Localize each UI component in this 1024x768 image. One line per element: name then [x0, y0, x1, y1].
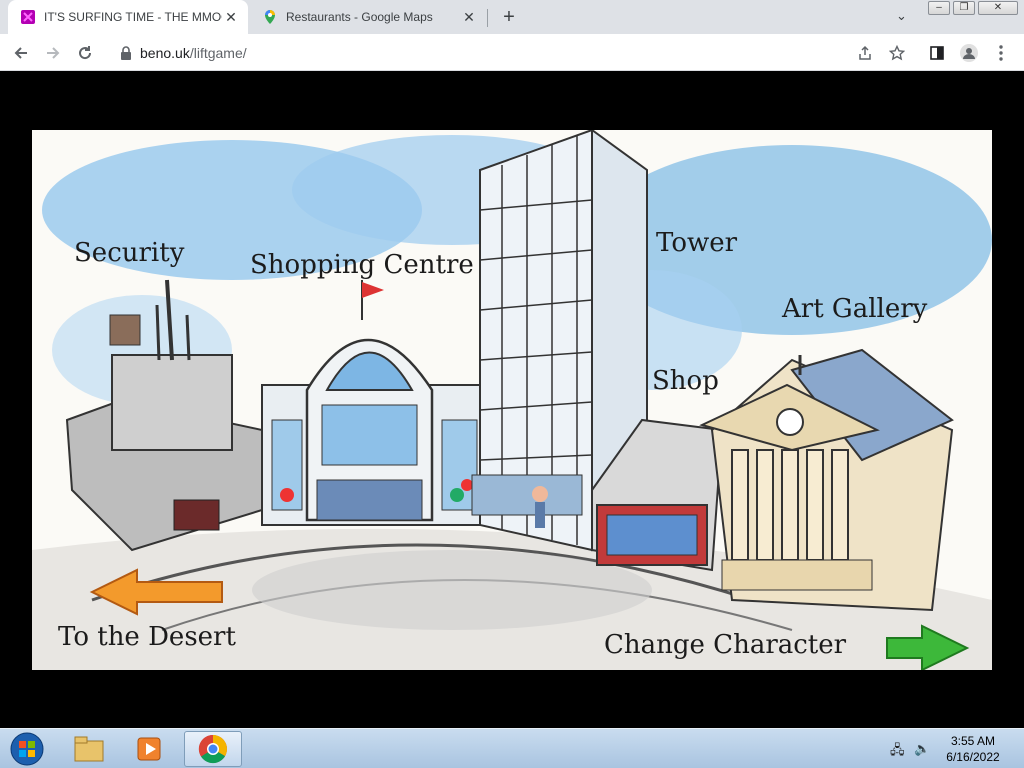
volume-icon[interactable]: 🔈 [914, 741, 930, 757]
shop-link[interactable]: Shop [652, 366, 719, 396]
tab-strip: IT'S SURFING TIME - THE MMOG ✕ Restauran… [0, 0, 1024, 34]
new-tab-button[interactable]: + [498, 6, 520, 28]
minimize-button[interactable]: ‒ [928, 1, 950, 15]
page-content: Security Shopping Centre Tower Shop Art … [0, 71, 1024, 728]
restore-button[interactable]: ❐ [953, 1, 975, 15]
clock-date: 6/16/2022 [946, 750, 1000, 764]
chrome-taskbar-icon[interactable] [184, 731, 242, 767]
close-tab-icon[interactable]: ✕ [222, 8, 240, 26]
tab-title: Restaurants - Google Maps [286, 10, 433, 24]
network-icon[interactable]: 🖧 [890, 741, 905, 763]
game-scene[interactable]: Security Shopping Centre Tower Shop Art … [32, 130, 992, 670]
security-link[interactable]: Security [74, 238, 184, 268]
reload-icon[interactable] [72, 40, 98, 66]
media-player-icon[interactable] [122, 731, 176, 767]
art-gallery-building [699, 348, 954, 612]
profile-avatar-icon[interactable] [956, 40, 982, 66]
tower-link[interactable]: Tower [656, 228, 737, 258]
player-character[interactable] [532, 486, 548, 502]
close-window-button[interactable]: ✕ [978, 1, 1018, 15]
art-gallery-link[interactable]: Art Gallery [782, 294, 927, 324]
shopping-centre-building [261, 280, 483, 526]
url-host: beno.uk [140, 44, 190, 61]
tab-google-maps[interactable]: Restaurants - Google Maps ✕ [250, 0, 486, 34]
file-explorer-icon[interactable] [62, 731, 116, 767]
google-maps-pin-icon [265, 10, 275, 24]
browser-toolbar: beno.uk/liftgame/ [0, 34, 1024, 71]
change-character-link[interactable]: Change Character [604, 630, 846, 660]
close-tab-icon[interactable]: ✕ [460, 8, 478, 26]
tab-title: IT'S SURFING TIME - THE MMOG [44, 10, 222, 24]
address-bar[interactable]: beno.uk/liftgame/ [108, 38, 928, 67]
back-arrow-icon[interactable] [8, 40, 34, 66]
windows-taskbar: 🖧 🔈 3:55 AM 6/16/2022 [0, 728, 1024, 768]
forward-arrow-icon[interactable] [40, 40, 66, 66]
tab-surfing-time[interactable]: IT'S SURFING TIME - THE MMOG ✕ [8, 0, 248, 34]
to-the-desert-link[interactable]: To the Desert [58, 622, 236, 652]
bookmark-star-icon[interactable] [884, 40, 910, 66]
menu-kebab-icon[interactable] [988, 40, 1014, 66]
shopping-centre-link[interactable]: Shopping Centre [250, 250, 474, 280]
lock-icon [121, 45, 131, 60]
start-orb-icon[interactable] [0, 731, 54, 767]
tab-search-chevron-icon[interactable]: ⌄ [896, 8, 907, 24]
tab-separator [487, 9, 488, 27]
url-path: /liftgame/ [189, 44, 247, 61]
purple-game-icon [21, 10, 35, 24]
system-clock[interactable]: 3:55 AM 6/16/2022 [940, 733, 1006, 765]
side-panel-icon[interactable] [924, 40, 950, 66]
clock-time: 3:55 AM [950, 734, 996, 748]
share-icon[interactable] [852, 40, 878, 66]
town-illustration [32, 130, 992, 670]
